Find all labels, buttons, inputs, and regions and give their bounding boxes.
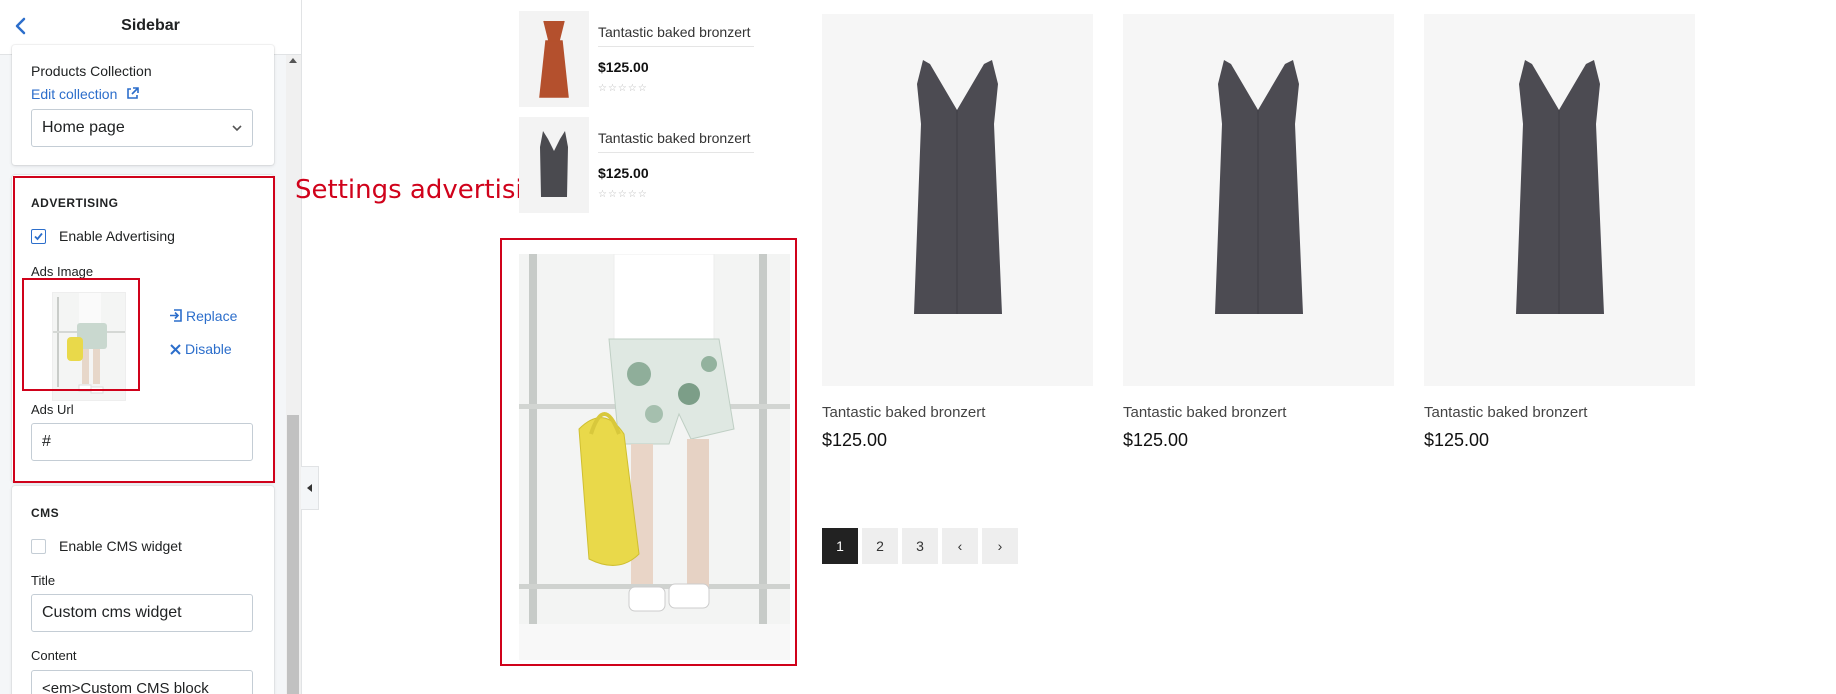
scroll-up-arrow-icon[interactable]: [289, 58, 297, 63]
enable-cms-label: Enable CMS widget: [59, 538, 182, 554]
dress-image: [914, 60, 1002, 314]
product-price: $125.00: [822, 430, 888, 450]
product-image[interactable]: [1123, 14, 1394, 386]
page-button-3[interactable]: 3: [902, 528, 938, 564]
page-button-1[interactable]: 1: [822, 528, 858, 564]
mini-product-image[interactable]: [519, 117, 589, 213]
cms-content-label: Content: [31, 648, 77, 663]
product-price: $125.00: [1424, 430, 1490, 450]
mini-product-image[interactable]: [519, 11, 589, 107]
mini-product-name[interactable]: Tantastic baked bronzert: [598, 24, 751, 40]
cms-content-value: <em>Custom CMS block: [42, 680, 209, 694]
dress-image: [1516, 60, 1604, 314]
product-name[interactable]: Tantastic baked bronzert: [1424, 404, 1587, 421]
products-collection-card: Products Collection Edit collection Home…: [12, 45, 274, 165]
product-image[interactable]: [1424, 14, 1695, 386]
next-page-button[interactable]: ›: [982, 528, 1018, 564]
cms-heading: CMS: [31, 506, 60, 520]
caret-left-icon: [307, 484, 312, 492]
ads-image-highlight-box: [22, 278, 140, 391]
collapse-sidebar-toggle[interactable]: [301, 466, 319, 510]
divider: [598, 152, 754, 153]
external-link-icon: [126, 87, 140, 103]
mini-product-price: $125.00: [598, 165, 649, 181]
cms-content-textarea[interactable]: <em>Custom CMS block: [31, 670, 253, 694]
enable-cms-checkbox[interactable]: [31, 539, 46, 554]
annotation-label: Settings advertising: [295, 175, 556, 205]
prev-page-button[interactable]: ‹: [942, 528, 978, 564]
mini-product-name[interactable]: Tantastic baked bronzert: [598, 130, 751, 146]
cms-card: CMS Enable CMS widget Title Custom cms w…: [12, 486, 274, 694]
ad-banner-highlight-box: [500, 238, 797, 666]
mini-product-2[interactable]: Tantastic baked bronzert $125.00 ☆☆☆☆☆: [519, 117, 759, 217]
collection-select-value: Home page: [42, 119, 125, 136]
cms-title-input[interactable]: Custom cms widget: [31, 594, 253, 632]
page-button-2[interactable]: 2: [862, 528, 898, 564]
collection-select[interactable]: Home page: [31, 109, 253, 147]
product-image[interactable]: [822, 14, 1093, 386]
mini-product-1[interactable]: Tantastic baked bronzert $125.00 ☆☆☆☆☆: [519, 11, 759, 111]
rating-stars: ☆☆☆☆☆: [598, 189, 648, 200]
rating-stars: ☆☆☆☆☆: [598, 83, 648, 94]
grey-dress-image: [540, 131, 568, 197]
sidebar-scroll-thumb[interactable]: [287, 415, 299, 694]
mini-product-price: $125.00: [598, 59, 649, 75]
edit-collection-link[interactable]: Edit collection: [31, 86, 140, 103]
cms-title-label: Title: [31, 573, 56, 588]
product-price: $125.00: [1123, 430, 1189, 450]
dress-image: [1215, 60, 1303, 314]
divider: [598, 46, 754, 47]
products-collection-label: Products Collection: [31, 63, 152, 79]
sidebar-title: Sidebar: [121, 17, 180, 34]
edit-collection-link-label: Edit collection: [31, 86, 118, 102]
orange-dress-image: [539, 20, 569, 98]
product-name[interactable]: Tantastic baked bronzert: [1123, 404, 1286, 421]
chevron-down-icon: [230, 121, 244, 135]
product-name[interactable]: Tantastic baked bronzert: [822, 404, 985, 421]
